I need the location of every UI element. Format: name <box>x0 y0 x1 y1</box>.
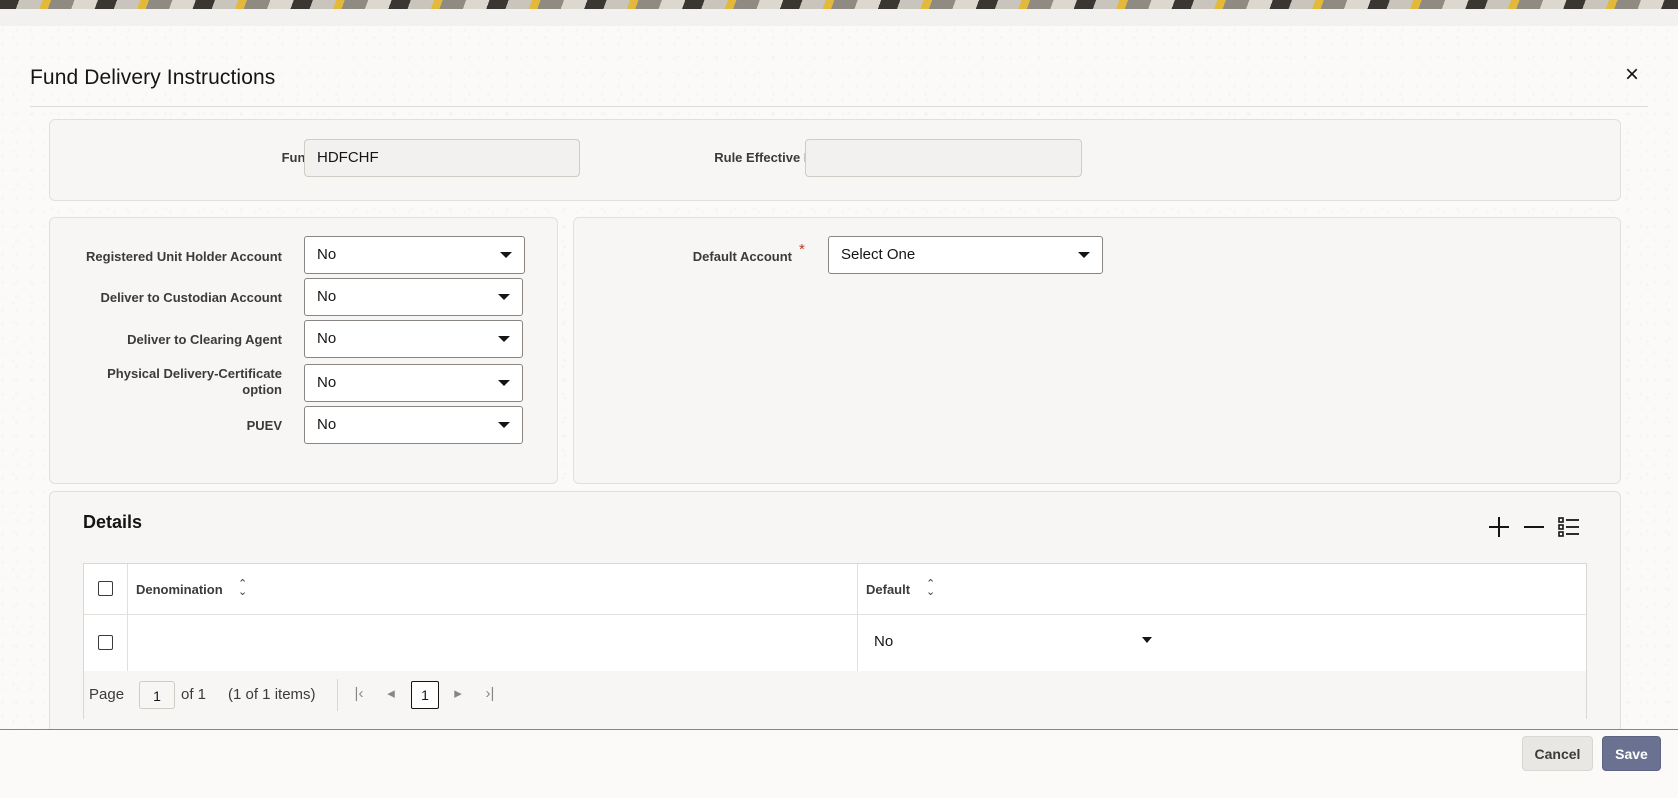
deliver-clearing-agent-label: Deliver to Clearing Agent <box>127 332 282 347</box>
chevron-down-icon <box>1142 637 1152 643</box>
column-header-default[interactable]: Default <box>866 582 910 597</box>
header-banner <box>0 0 1678 9</box>
default-account-panel: Default Account * Select One <box>573 217 1621 484</box>
current-page-button[interactable]: 1 <box>411 681 439 709</box>
deliver-clearing-agent-value: No <box>317 330 337 347</box>
sort-icon[interactable]: ⌃ ⌄ <box>926 579 935 598</box>
chevron-down-icon <box>1078 252 1090 258</box>
chevron-down-icon <box>498 336 510 342</box>
cancel-button[interactable]: Cancel <box>1522 736 1593 771</box>
physical-delivery-label-line2: option <box>242 382 282 397</box>
chevron-down-icon <box>500 252 512 258</box>
title-divider <box>30 106 1648 107</box>
deliver-custodian-label: Deliver to Custodian Account <box>100 290 282 305</box>
remove-row-icon[interactable] <box>1520 513 1548 541</box>
previous-page-icon[interactable]: ◂ <box>382 685 400 703</box>
first-page-icon[interactable]: |‹ <box>350 685 368 703</box>
details-title: Details <box>83 512 143 532</box>
page-number-input[interactable]: 1 <box>139 681 175 709</box>
physical-delivery-value: No <box>317 374 337 391</box>
deliver-custodian-value: No <box>317 288 337 305</box>
puev-label: PUEV <box>246 418 282 433</box>
page-of-label: of 1 <box>181 686 207 703</box>
fund-id-field[interactable]: HDFCHF <box>304 139 580 177</box>
page-label: Page <box>89 686 125 703</box>
close-icon[interactable]: × <box>1619 62 1645 88</box>
next-page-icon[interactable]: ▸ <box>449 685 467 703</box>
puev-select[interactable]: No <box>304 406 523 444</box>
registered-unit-holder-value: No <box>317 246 337 263</box>
default-account-value: Select One <box>841 246 916 263</box>
registered-unit-holder-label: Registered Unit Holder Account <box>86 249 282 264</box>
deliver-clearing-agent-select[interactable]: No <box>304 320 523 358</box>
details-grid: Denomination ⌃ ⌄ Default ⌃ ⌄ No Page 1 of … <box>83 563 1587 719</box>
pager-divider <box>337 679 338 711</box>
default-account-select[interactable]: Select One <box>828 236 1103 274</box>
deliver-custodian-select[interactable]: No <box>304 278 523 316</box>
select-all-checkbox[interactable] <box>98 581 113 596</box>
registered-unit-holder-select[interactable]: No <box>304 236 525 274</box>
column-header-denomination[interactable]: Denomination <box>136 582 223 597</box>
chevron-down-icon <box>498 294 510 300</box>
chevron-down-icon <box>498 422 510 428</box>
add-row-icon[interactable] <box>1485 513 1513 541</box>
grid-header: Denomination ⌃ ⌄ Default ⌃ ⌄ <box>84 564 1586 671</box>
table-row[interactable]: No <box>84 614 1586 672</box>
sort-icon[interactable]: ⌃ ⌄ <box>238 579 247 598</box>
dialog-title: Fund Delivery Instructions <box>30 66 276 89</box>
single-record-view-icon[interactable] <box>1555 513 1583 541</box>
row-checkbox[interactable] <box>98 635 113 650</box>
physical-delivery-label: Physical Delivery-Certificate option <box>60 366 282 398</box>
save-button[interactable]: Save <box>1602 736 1661 771</box>
physical-delivery-label-line1: Physical Delivery-Certificate <box>107 366 282 381</box>
required-indicator: * <box>799 241 805 258</box>
default-account-label: Default Account <box>692 249 792 264</box>
items-count-label: (1 of 1 items) <box>228 686 316 703</box>
rule-effective-date-field[interactable] <box>805 139 1082 177</box>
row-default-value: No <box>874 633 894 650</box>
puev-value: No <box>317 416 337 433</box>
fund-header-panel: Fund ID HDFCHF Rule Effective Date <box>49 119 1621 201</box>
dialog-footer: Cancel Save <box>0 729 1678 798</box>
physical-delivery-select[interactable]: No <box>304 364 523 402</box>
header-banner-shadow <box>0 9 1678 26</box>
row-default-select[interactable]: No <box>866 626 1156 658</box>
last-page-icon[interactable]: ›| <box>481 685 499 703</box>
chevron-down-icon <box>498 380 510 386</box>
delivery-options-panel: Registered Unit Holder Account No Delive… <box>49 217 558 484</box>
pagination: Page 1 of 1 (1 of 1 items) |‹ ◂ 1 ▸ ›| <box>84 671 1586 719</box>
